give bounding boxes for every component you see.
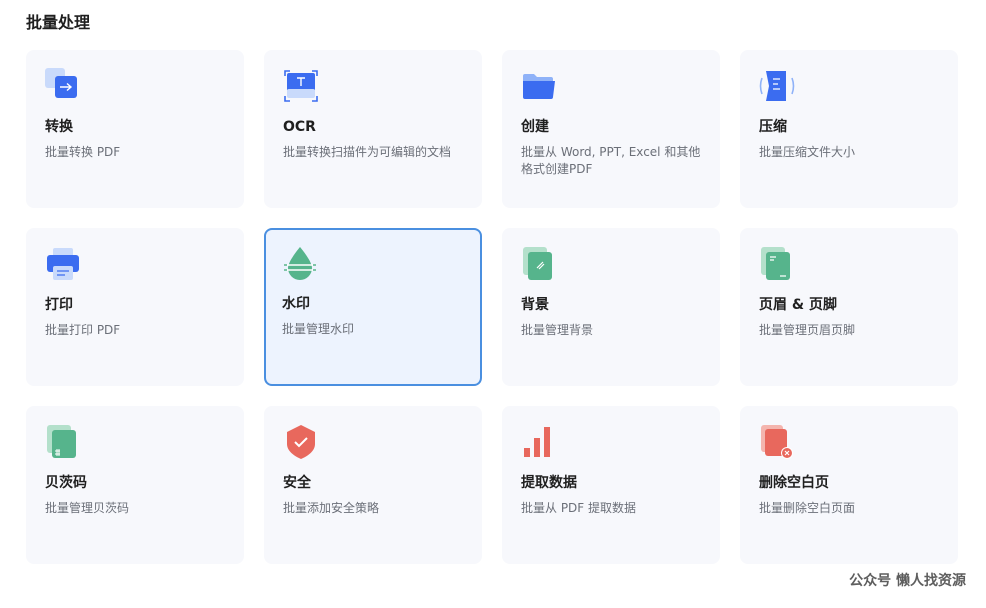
page-title: 批量处理 — [26, 13, 91, 32]
card-title: 安全 — [283, 475, 311, 491]
card-delete-blank-page[interactable]: 删除空白页 批量删除空白页面 — [740, 406, 958, 564]
card-desc: 批量转换 PDF — [45, 145, 121, 159]
card-desc: 批量转换扫描件为可编辑的文档 — [283, 145, 452, 159]
card-desc: 批量添加安全策略 — [283, 501, 380, 515]
card-desc: 批量打印 PDF — [45, 323, 121, 337]
card-title: 背景 — [521, 297, 549, 313]
card-title: 压缩 — [759, 119, 787, 135]
card-extract-data[interactable]: 提取数据 批量从 PDF 提取数据 — [502, 406, 720, 564]
card-security[interactable]: 安全 批量添加安全策略 — [264, 406, 482, 564]
batch-tools-grid: 转换 批量转换 PDF OCR 批量转换扫描件为可编辑的文档 创建 批量从 Wo… — [26, 50, 958, 564]
ocr-scan-icon — [283, 68, 319, 104]
card-title: 创建 — [521, 119, 549, 135]
bates-number-icon — [45, 424, 81, 460]
card-title: 打印 — [45, 297, 73, 313]
card-title: OCR — [283, 119, 316, 135]
card-ocr[interactable]: OCR 批量转换扫描件为可编辑的文档 — [264, 50, 482, 208]
card-desc: 批量管理水印 — [282, 322, 355, 336]
card-desc: 批量管理背景 — [521, 323, 594, 337]
card-title: 转换 — [45, 119, 73, 135]
card-title: 贝茨码 — [45, 475, 87, 491]
card-desc: 批量删除空白页面 — [759, 501, 856, 515]
card-create[interactable]: 创建 批量从 Word, PPT, Excel 和其他格式创建PDF — [502, 50, 720, 208]
extract-data-icon — [521, 424, 557, 460]
card-desc: 批量管理页眉页脚 — [759, 323, 856, 337]
card-convert[interactable]: 转换 批量转换 PDF — [26, 50, 244, 208]
card-background[interactable]: 背景 批量管理背景 — [502, 228, 720, 386]
printer-icon — [45, 246, 81, 282]
card-header-footer[interactable]: 页眉 & 页脚 批量管理页眉页脚 — [740, 228, 958, 386]
card-print[interactable]: 打印 批量打印 PDF — [26, 228, 244, 386]
convert-icon — [45, 68, 81, 104]
card-title: 删除空白页 — [759, 475, 829, 491]
security-shield-icon — [283, 424, 319, 460]
delete-blank-page-icon — [759, 424, 795, 460]
card-desc: 批量压缩文件大小 — [759, 145, 856, 159]
card-title: 水印 — [282, 296, 310, 312]
header-footer-icon — [759, 246, 795, 282]
card-title: 提取数据 — [521, 475, 577, 491]
card-watermark[interactable]: 水印 批量管理水印 — [264, 228, 482, 386]
folder-icon — [521, 68, 557, 104]
compress-icon — [759, 68, 795, 104]
card-desc: 批量从 Word, PPT, Excel 和其他格式创建PDF — [521, 145, 701, 176]
card-compress[interactable]: 压缩 批量压缩文件大小 — [740, 50, 958, 208]
watermark-drop-icon — [282, 245, 318, 281]
background-icon — [521, 246, 557, 282]
card-title: 页眉 & 页脚 — [759, 297, 837, 313]
watermark-text: 公众号 懒人找资源 — [849, 573, 966, 589]
card-bates-number[interactable]: 贝茨码 批量管理贝茨码 — [26, 406, 244, 564]
card-desc: 批量从 PDF 提取数据 — [521, 501, 637, 515]
card-desc: 批量管理贝茨码 — [45, 501, 130, 515]
